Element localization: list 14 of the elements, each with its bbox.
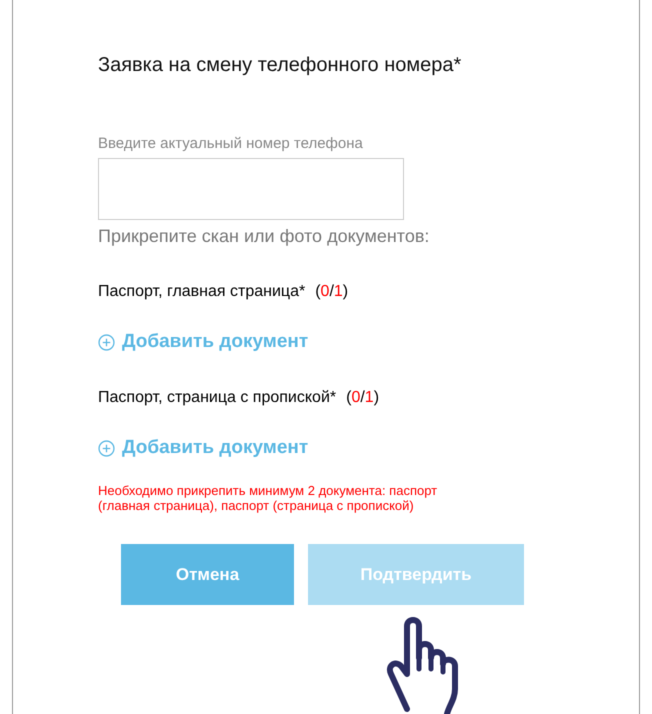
document-label: Паспорт, страница с пропиской* — [98, 389, 336, 407]
attach-prompt: Прикрепите скан или фото документов: — [98, 226, 430, 247]
document-label: Паспорт, главная страница* — [98, 283, 306, 301]
document-counter: (0/1) — [346, 389, 380, 407]
plus-circle-icon — [98, 334, 115, 350]
cancel-button[interactable]: Отмена — [121, 544, 294, 605]
plus-circle-icon — [98, 440, 115, 456]
field-label: Введите актуальный номер телефона — [98, 135, 364, 152]
document-counter: (0/1) — [315, 283, 348, 301]
phone-input-field[interactable] — [98, 158, 404, 220]
add-document-link[interactable]: Добавить документ — [98, 437, 308, 459]
add-document-link[interactable]: Добавить документ — [98, 331, 308, 353]
dialog-title: Заявка на смену телефонного номера* — [98, 54, 462, 77]
error-message: Необходимо прикрепить минимум 2 документа: паспорт (главная страница), паспорт (страница с пропиской) — [98, 483, 438, 513]
